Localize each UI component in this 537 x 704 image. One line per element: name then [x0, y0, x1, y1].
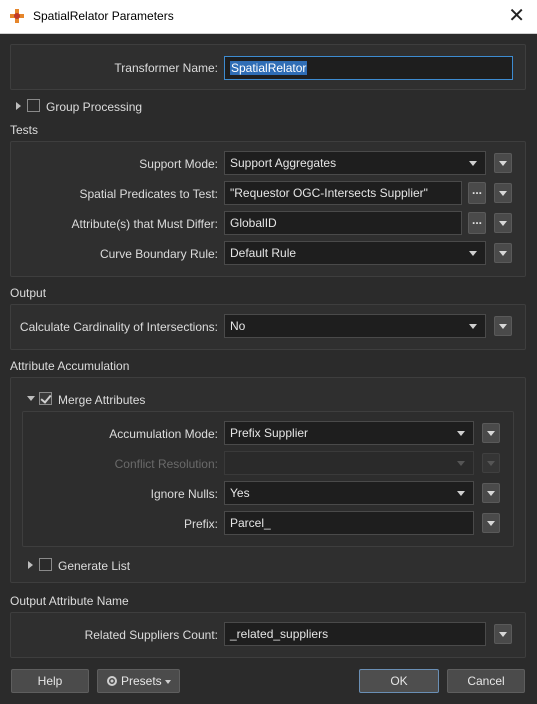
output-section-title: Output [10, 286, 47, 300]
conflict-resolution-label: Conflict Resolution: [114, 457, 218, 471]
related-suppliers-count-options-button[interactable] [494, 624, 512, 644]
transformer-name-label: Transformer Name: [114, 61, 218, 75]
support-mode-options-button[interactable] [494, 153, 512, 173]
spatial-predicates-options-button[interactable] [494, 183, 512, 203]
spatial-predicates-browse-button[interactable]: ... [468, 182, 486, 204]
attributes-differ-input[interactable]: GlobalID [224, 211, 462, 235]
prefix-label: Prefix: [183, 517, 218, 531]
attributes-differ-browse-button[interactable]: ... [468, 212, 486, 234]
window-title: SpatialRelator Parameters [33, 9, 174, 23]
transformer-name-input[interactable]: SpatialRelator [224, 56, 513, 80]
merge-attributes-label: Merge Attributes [58, 393, 146, 407]
ignore-nulls-label: Ignore Nulls: [150, 487, 218, 501]
spatialrelator-app-icon [10, 9, 24, 23]
help-button[interactable]: Help [11, 669, 89, 693]
conflict-resolution-select[interactable] [224, 451, 474, 475]
curve-boundary-label: Curve Boundary Rule: [99, 247, 218, 261]
attributes-differ-options-button[interactable] [494, 213, 512, 233]
spatial-predicates-input[interactable]: "Requestor OGC-Intersects Supplier" [224, 181, 462, 205]
accumulation-mode-label: Accumulation Mode: [109, 427, 218, 441]
group-processing-checkbox[interactable] [27, 99, 40, 112]
generate-list-label: Generate List [58, 559, 131, 573]
spatial-predicates-label: Spatial Predicates to Test: [79, 187, 218, 201]
accumulation-mode-options-button[interactable] [482, 423, 500, 443]
support-mode-select[interactable]: Support Aggregates [224, 151, 486, 175]
curve-boundary-options-button[interactable] [494, 243, 512, 263]
group-processing-label: Group Processing [46, 100, 143, 114]
presets-dropdown-icon [165, 680, 171, 684]
accumulation-mode-select[interactable]: Prefix Supplier [224, 421, 474, 445]
curve-boundary-select[interactable]: Default Rule [224, 241, 486, 265]
prefix-input[interactable]: Parcel_ [224, 511, 474, 535]
attribute-accumulation-section-title: Attribute Accumulation [10, 359, 130, 373]
attributes-differ-label: Attribute(s) that Must Differ: [71, 217, 219, 231]
presets-gear-icon [107, 676, 117, 686]
tests-section-title: Tests [10, 123, 39, 137]
cardinality-label: Calculate Cardinality of Intersections: [19, 320, 218, 334]
generate-list-expand-icon[interactable] [28, 561, 33, 569]
merge-attributes-collapse-icon[interactable] [27, 396, 35, 401]
ok-button[interactable]: OK [359, 669, 439, 693]
close-icon[interactable]: ✕ [508, 4, 525, 28]
ignore-nulls-options-button[interactable] [482, 483, 500, 503]
generate-list-checkbox[interactable] [39, 558, 52, 571]
title-bar: SpatialRelator Parameters ✕ [0, 0, 537, 34]
output-attribute-name-section-title: Output Attribute Name [10, 594, 129, 608]
presets-button[interactable]: Presets [97, 669, 180, 693]
related-suppliers-count-label: Related Suppliers Count: [84, 628, 218, 642]
prefix-options-button[interactable] [482, 513, 500, 533]
support-mode-label: Support Mode: [139, 157, 218, 171]
cancel-button[interactable]: Cancel [447, 669, 525, 693]
ignore-nulls-select[interactable]: Yes [224, 481, 474, 505]
cardinality-options-button[interactable] [494, 316, 512, 336]
related-suppliers-count-input[interactable]: _related_suppliers [224, 622, 486, 646]
merge-attributes-checkbox[interactable] [39, 392, 52, 405]
cardinality-select[interactable]: No [224, 314, 486, 338]
conflict-resolution-options-button[interactable] [482, 453, 500, 473]
group-processing-expand-icon[interactable] [16, 102, 21, 110]
